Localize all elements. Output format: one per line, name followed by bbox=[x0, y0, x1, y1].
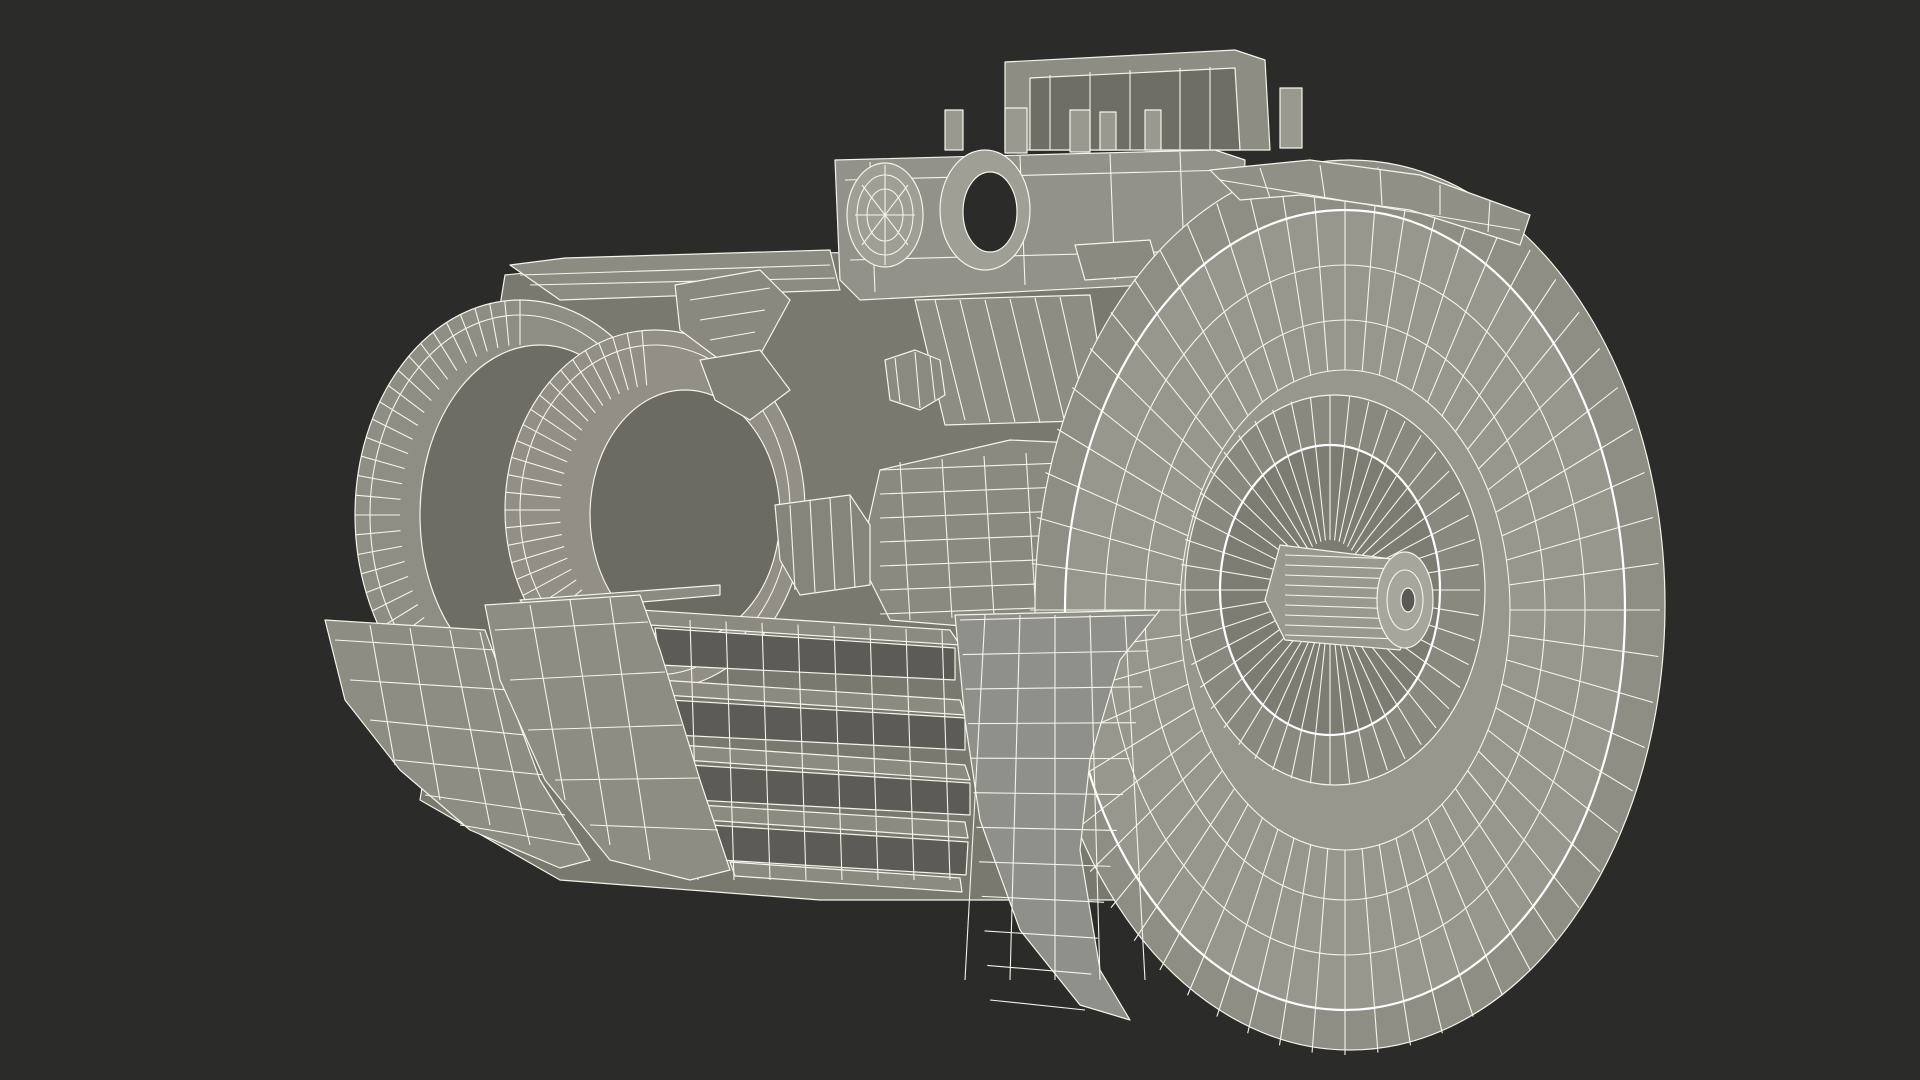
motor-shaft bbox=[1264, 544, 1434, 651]
motor-wireframe-render bbox=[0, 0, 1920, 1080]
bolt-left bbox=[884, 349, 946, 411]
cable-gland-open bbox=[939, 149, 1031, 271]
cable-gland-mesh bbox=[846, 162, 924, 268]
